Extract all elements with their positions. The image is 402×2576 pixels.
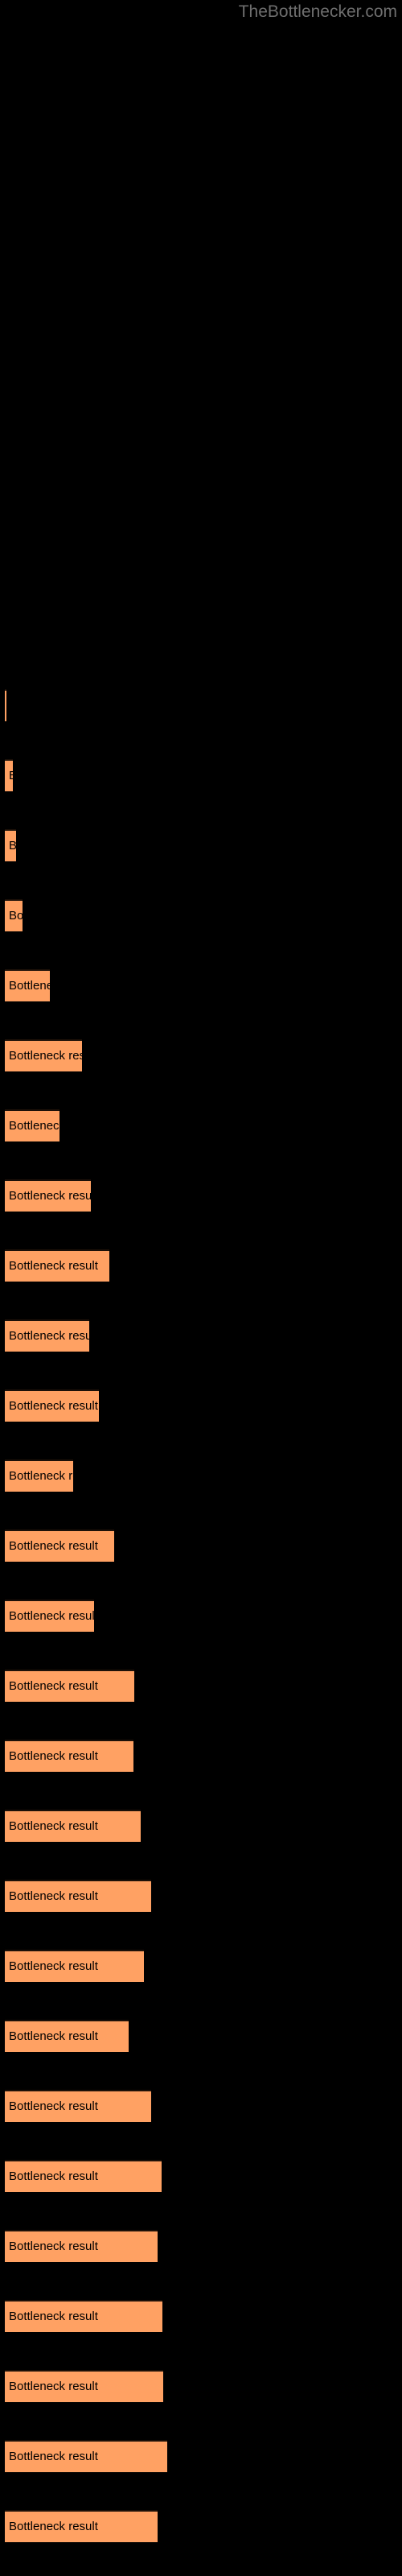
bar: Bottleneck result (5, 899, 23, 931)
bar-row: Bottleneck result (0, 969, 402, 1001)
bar: Bottleneck result (5, 2230, 158, 2262)
bar-label: Bottleneck result (9, 1469, 73, 1483)
bar-row: Bottleneck result (0, 2020, 402, 2052)
bar-row: Bottleneck result (0, 759, 402, 791)
bar: Bottleneck result (5, 2020, 129, 2052)
bar-label: Bottleneck result (9, 909, 23, 923)
bar-label: Bottleneck result (9, 2099, 98, 2113)
bar-label: Bottleneck result (9, 2520, 98, 2533)
bar: Bottleneck result (5, 759, 13, 791)
bar-row: Bottleneck result (0, 1249, 402, 1282)
bar-label: Bottleneck result (9, 2240, 98, 2253)
bar-row: Bottleneck result (0, 1039, 402, 1071)
bar: Bottleneck result (5, 1249, 109, 1282)
bar-row: Bottleneck result (0, 1530, 402, 1562)
bar: Bottleneck result (5, 829, 16, 861)
bar: Bottleneck result (5, 2160, 162, 2192)
bar-label: Bottleneck result (9, 1889, 98, 1903)
bar-row: Bottleneck result (0, 2090, 402, 2122)
bar: Bottleneck result (5, 1179, 91, 1212)
bar-row: Bottleneck result (0, 829, 402, 861)
bar: Bottleneck result (5, 969, 50, 1001)
bar-label: Bottleneck result (9, 1399, 98, 1413)
bar-row: Bottleneck result (0, 1880, 402, 1912)
bar: Bottleneck result (5, 689, 6, 721)
bar: Bottleneck result (5, 2300, 162, 2332)
bar: Bottleneck result (5, 1950, 144, 1982)
bar-label: Bottleneck result (9, 1749, 98, 1763)
bar: Bottleneck result (5, 2370, 163, 2402)
bar-label: Bottleneck result (9, 1329, 89, 1343)
bar-row: Bottleneck result (0, 1109, 402, 1141)
bar: Bottleneck result (5, 1880, 151, 1912)
bar-row: Bottleneck result (0, 2300, 402, 2332)
bar: Bottleneck result (5, 1039, 82, 1071)
bar-row: Bottleneck result (0, 1600, 402, 1632)
bar-label: Bottleneck result (9, 1539, 98, 1553)
bar-row: Bottleneck result (0, 1459, 402, 1492)
bar: Bottleneck result (5, 1810, 141, 1842)
bar-label: Bottleneck result (9, 1189, 91, 1203)
bar-row: Bottleneck result (0, 1389, 402, 1422)
bar-label: Bottleneck result (9, 1119, 59, 1133)
bar-label: Bottleneck result (9, 2380, 98, 2393)
bottleneck-bar-chart: Bottleneck result Bottleneck result Bottle… (0, 0, 402, 2576)
bar: Bottleneck result (5, 2510, 158, 2542)
bar-row: Bottleneck result (0, 899, 402, 931)
bar: Bottleneck result (5, 1740, 133, 1772)
bar-row: Bottleneck result (0, 1670, 402, 1702)
bar: Bottleneck result (5, 1530, 114, 1562)
chart-plot-area: Bottleneck result Bottleneck result Bottle… (0, 0, 402, 2576)
bar-label: Bottleneck result (9, 768, 13, 783)
bar-row: Bottleneck result (0, 2230, 402, 2262)
bar: Bottleneck result (5, 1389, 99, 1422)
bar-row: Bottleneck result (0, 1740, 402, 1772)
bar-row: Bottleneck result (0, 2160, 402, 2192)
bar-label: Bottleneck result (9, 979, 50, 993)
bar: Bottleneck result (5, 1459, 73, 1492)
bar-row: Bottleneck result (0, 2510, 402, 2542)
bar-row: Bottleneck result (0, 1319, 402, 1352)
bar-label: Bottleneck result (9, 838, 16, 853)
bar-label: Bottleneck result (9, 1259, 98, 1273)
bar-row: Bottleneck result (0, 1810, 402, 1842)
bar-label: Bottleneck result (9, 2310, 98, 2323)
bar-row: Bottleneck result (0, 1950, 402, 1982)
bar-label: Bottleneck result (9, 1609, 94, 1623)
bar: Bottleneck result (5, 2440, 167, 2472)
bar-label: Bottleneck result (9, 2029, 98, 2043)
bar-row: Bottleneck result (0, 2370, 402, 2402)
bar: Bottleneck result (5, 1109, 59, 1141)
bar: Bottleneck result (5, 2090, 151, 2122)
bar-label: Bottleneck result (9, 1819, 98, 1833)
bar-label: Bottleneck result (9, 2169, 98, 2183)
bar-label: Bottleneck result (9, 1049, 82, 1063)
bar-label: Bottleneck result (9, 1959, 98, 1973)
bar-row: Bottleneck result (0, 1179, 402, 1212)
bar-row: Bottleneck result (0, 689, 402, 721)
bar-row: Bottleneck result (0, 2440, 402, 2472)
bar-label: Bottleneck result (9, 1679, 98, 1693)
bar: Bottleneck result (5, 1600, 94, 1632)
bar-label: Bottleneck result (9, 2450, 98, 2463)
bar: Bottleneck result (5, 1670, 134, 1702)
bar: Bottleneck result (5, 1319, 89, 1352)
